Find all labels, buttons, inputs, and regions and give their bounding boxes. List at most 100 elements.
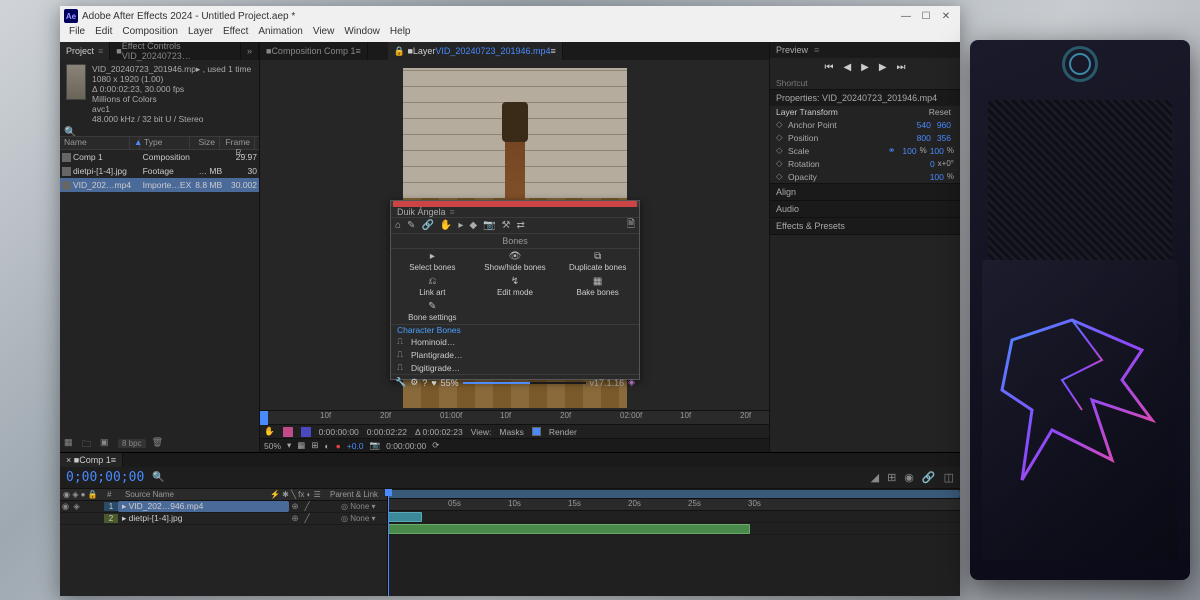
duik-home-icon[interactable]: ⌂ [395,220,401,231]
first-frame-icon[interactable]: ⏮ [824,62,833,73]
col-source-name[interactable]: Source Name [122,490,267,499]
position-x[interactable]: 800 [914,133,934,143]
audio-panel-header[interactable]: Audio [776,204,799,214]
align-panel-header[interactable]: Align [776,187,796,197]
duik-play-icon[interactable]: ▸ [458,220,463,231]
duik-link-art[interactable]: ⎌Link art [391,274,474,299]
tab-overflow[interactable]: » [241,42,259,60]
layer-color-swatch[interactable] [283,427,293,437]
duik-tools-icon[interactable]: ⚒ [502,220,511,231]
render-checkbox[interactable] [532,427,541,436]
rotation-value[interactable]: 0 [927,159,938,169]
next-frame-icon[interactable]: ▶ [879,62,887,73]
duik-heart-icon[interactable]: ♥ [431,378,436,388]
timeline-tracks[interactable]: 05s 10s 15s 20s 25s 30s [388,489,960,596]
duik-edit-mode[interactable]: ↯Edit mode [474,274,557,299]
stopwatch-icon[interactable]: ◇ [776,171,788,182]
maximize-button[interactable]: ☐ [916,8,936,24]
duik-link-icon[interactable]: 🔗 [421,220,433,231]
duik-char-hominoid[interactable]: ⎍Hominoid… [391,335,639,348]
stopwatch-icon[interactable]: ◇ [776,132,788,143]
constrain-link-icon[interactable]: ⚭ [888,145,896,156]
motion-blur-icon[interactable]: ◉ [904,471,914,484]
duik-shuffle-icon[interactable]: ⇄ [517,220,525,231]
parent-dropdown[interactable]: ◎ None ▾ [337,514,387,523]
frame-blend-icon[interactable]: ⊞ [887,471,896,484]
close-button[interactable]: ✕ [936,8,956,24]
effects-presets-header[interactable]: Effects & Presets [776,221,845,231]
play-icon[interactable]: ▶ [861,62,869,73]
timeline-ruler[interactable]: 05s 10s 15s 20s 25s 30s [388,499,960,511]
snapshot-icon[interactable]: 📷 [370,440,381,451]
menu-layer[interactable]: Layer [183,26,218,42]
duik-help-icon[interactable]: ? [422,378,427,388]
panel-menu-icon[interactable]: ≡ [450,207,455,217]
menu-animation[interactable]: Animation [253,26,307,42]
menu-window[interactable]: Window [339,26,385,42]
scale-x[interactable]: 100 [899,146,919,156]
timeline-row-1[interactable]: ◉◈ 1 ▸ VID_202…946.mp4 ⊕╱ ◎ None ▾ [60,501,387,513]
anchor-x[interactable]: 540 [914,120,934,130]
layer-clip-video[interactable] [388,512,422,522]
opacity-value[interactable]: 100 [927,172,947,182]
timeline-playhead[interactable] [388,489,389,596]
project-item-dietpi[interactable]: dietpi-[1-4].jpg Footage … MB 30 [60,164,259,178]
menu-view[interactable]: View [308,26,340,42]
guides-icon[interactable]: ⊞ [311,440,318,451]
duik-char-digitigrade[interactable]: ⎍Digitigrade… [391,361,639,374]
project-item-comp1[interactable]: Comp 1 Composition 29.97 [60,150,259,164]
new-comp-icon[interactable]: ▣ [100,437,112,449]
stopwatch-icon[interactable]: ◇ [776,119,788,130]
col-type[interactable]: Type [140,137,190,149]
col-fps[interactable]: Frame R… [220,137,255,149]
prev-frame-icon[interactable]: ◀ [843,62,851,73]
duik-cam-icon[interactable]: 📷 [483,220,495,231]
stopwatch-icon[interactable]: ◇ [776,158,788,169]
menu-effect[interactable]: Effect [218,26,253,42]
menu-edit[interactable]: Edit [90,26,117,42]
out-time[interactable]: 0:00:02:22 [367,427,407,437]
graph-editor-icon[interactable]: 🔗 [922,471,936,484]
delete-icon[interactable]: 🗑 [152,437,164,449]
properties-panel-header[interactable]: Properties: VID_20240723_201946.mp4 [776,93,937,103]
visibility-toggle[interactable]: ◉ [60,501,71,512]
current-timecode[interactable]: 0;00;00;00 [66,470,144,485]
menu-help[interactable]: Help [385,26,416,42]
mask-icon[interactable]: ◐ [324,441,329,451]
layer-color-swatch[interactable] [301,427,311,437]
layer-name[interactable]: ▸ dietpi-[1-4].jpg [118,513,289,524]
duik-char-plantigrade[interactable]: ⎍Plantigrade… [391,348,639,361]
adjustment-icon[interactable]: ◫ [944,471,954,484]
timeline-row-2[interactable]: 2 ▸ dietpi-[1-4].jpg ⊕╱ ◎ None ▾ [60,513,387,525]
sort-icon[interactable]: ▲ [130,137,140,149]
current-time[interactable]: 0:00:00:00 [386,441,426,451]
duik-show-hide-bones[interactable]: 👁Show/hide bones [474,249,557,274]
last-frame-icon[interactable]: ⏭ [897,62,906,73]
panel-menu-icon[interactable]: ≡ [98,46,103,56]
duik-bake-bones[interactable]: ▦Bake bones [556,274,639,299]
tab-layer-view[interactable]: 🔒 ■ Layer VID_20240723_201946.mp4 ≡ [388,42,563,60]
menu-file[interactable]: File [64,26,90,42]
tab-effect-controls[interactable]: ■ Effect Controls VID_20240723… [110,42,241,60]
duik-hand-icon[interactable]: ✋ [440,220,452,231]
timeline-search-icon[interactable]: 🔍 [152,472,164,483]
duik-gear-icon[interactable]: ⚙ [410,377,418,388]
duik-pen-icon[interactable]: ✎ [407,220,415,231]
duik-select-bones[interactable]: ▸Select bones [391,249,474,274]
zoom-dropdown[interactable]: 50% [264,441,281,451]
duik-panel[interactable]: Duik Ángela ≡ ⌂ ✎ 🔗 ✋ ▸ ◆ 📷 ⚒ ⇄ 🗎 [390,200,640,380]
layer-time-ruler[interactable]: 10f 20f 01:00f 10f 20f 02:00f 10f 20f [260,410,769,424]
hand-icon[interactable]: ✋ [264,426,275,437]
stopwatch-icon[interactable]: ◇ [776,145,788,156]
in-time[interactable]: 0:00:00:00 [319,427,359,437]
view-masks-dropdown[interactable]: Masks [499,427,524,437]
time-navigator[interactable] [388,490,960,498]
tab-project[interactable]: Project≡ [60,42,110,60]
shy-icon[interactable]: ◢ [871,471,879,484]
grid-icon[interactable]: ▦ [297,440,305,451]
layer-name[interactable]: ▸ VID_202…946.mp4 [118,501,289,512]
duik-key-icon[interactable]: ◆ [469,220,477,231]
project-item-vid[interactable]: VID_202…mp4 Importe…EX 8.8 MB 30.002 [60,178,259,192]
channel-icon[interactable]: ● [336,441,341,451]
duik-new-icon[interactable]: 🗎 [627,217,635,234]
